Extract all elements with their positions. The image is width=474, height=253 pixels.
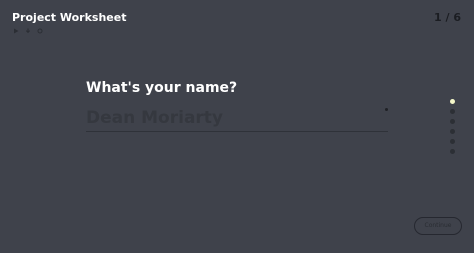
worksheet-title: Project Worksheet bbox=[12, 11, 127, 24]
toolbar bbox=[13, 28, 43, 34]
continue-button[interactable]: Continue bbox=[414, 217, 462, 235]
answer-field bbox=[86, 106, 388, 132]
required-indicator bbox=[385, 108, 388, 111]
progress-dot-5[interactable] bbox=[450, 139, 455, 144]
progress-dots bbox=[450, 99, 455, 154]
progress-dot-1[interactable] bbox=[450, 99, 455, 104]
settings-icon[interactable] bbox=[37, 28, 43, 34]
progress-dot-2[interactable] bbox=[450, 109, 455, 114]
step-counter: 1 / 6 bbox=[434, 11, 461, 24]
name-input[interactable] bbox=[86, 106, 388, 131]
download-icon[interactable] bbox=[25, 28, 31, 34]
progress-dot-3[interactable] bbox=[450, 119, 455, 124]
play-icon[interactable] bbox=[13, 28, 19, 34]
progress-dot-6[interactable] bbox=[450, 149, 455, 154]
question-heading: What's your name? bbox=[86, 80, 238, 96]
progress-dot-4[interactable] bbox=[450, 129, 455, 134]
